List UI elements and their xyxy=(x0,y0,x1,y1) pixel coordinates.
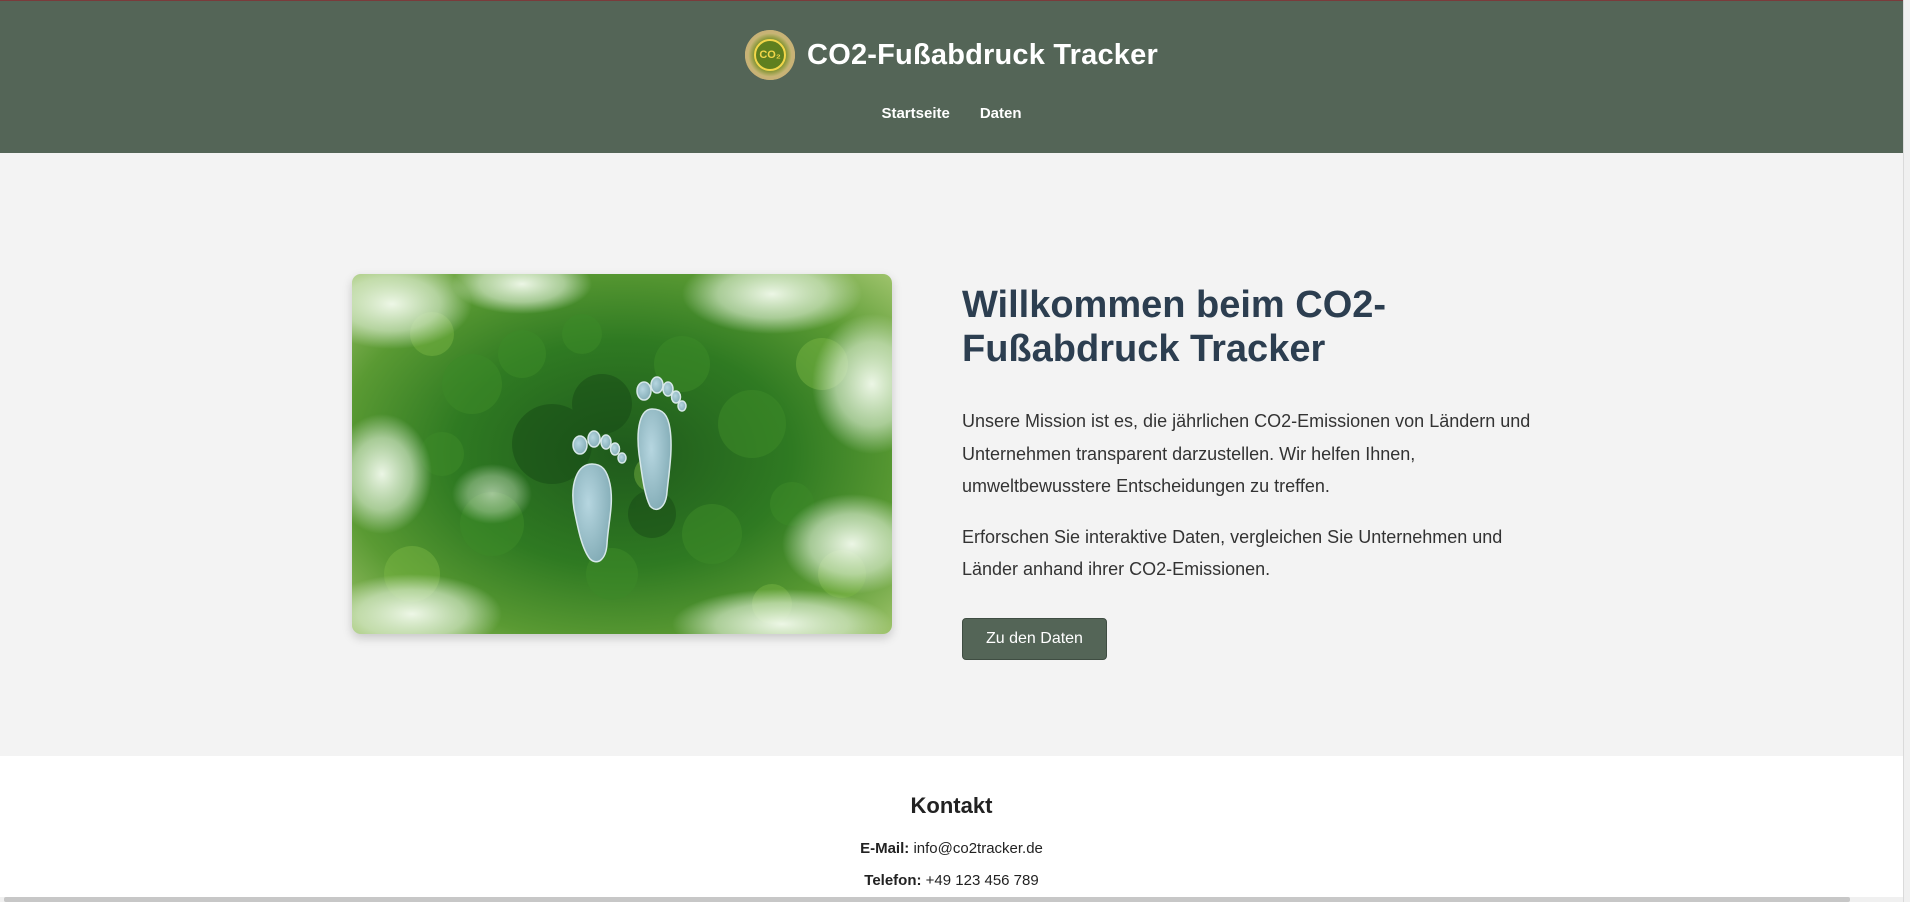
horizontal-scrollbar-thumb[interactable] xyxy=(4,897,1850,902)
email-label: E-Mail: xyxy=(860,840,910,857)
vertical-scrollbar[interactable] xyxy=(1903,0,1910,902)
main-nav: Startseite Daten xyxy=(0,105,1903,122)
footprints-forest-image xyxy=(352,274,892,634)
email-value[interactable]: info@co2tracker.de xyxy=(913,840,1042,857)
nav-link-startseite[interactable]: Startseite xyxy=(881,105,949,122)
hero-section: Willkommen beim CO2-Fußabdruck Tracker U… xyxy=(0,153,1903,756)
site-title: CO2-Fußabdruck Tracker xyxy=(807,38,1158,71)
logo-text: CO₂ xyxy=(754,39,787,71)
phone-value[interactable]: +49 123 456 789 xyxy=(926,872,1039,889)
hero-paragraph-mission: Unsere Mission ist es, die jährlichen CO… xyxy=(962,411,1531,496)
hero-paragraph-explore: Erforschen Sie interaktive Daten, vergle… xyxy=(962,526,1503,580)
site-header: CO₂ CO2-Fußabdruck Tracker Startseite Da… xyxy=(0,1,1903,153)
contact-phone-line: Telefon: +49 123 456 789 xyxy=(0,872,1903,889)
hero-text: Willkommen beim CO2-Fußabdruck Tracker U… xyxy=(962,283,1542,660)
to-data-button[interactable]: Zu den Daten xyxy=(962,617,1107,660)
contact-email-line: E-Mail: info@co2tracker.de xyxy=(0,840,1903,857)
hero-heading: Willkommen beim CO2-Fußabdruck Tracker xyxy=(962,284,1387,370)
page-viewport: CO₂ CO2-Fußabdruck Tracker Startseite Da… xyxy=(0,0,1903,897)
co2-logo-icon: CO₂ xyxy=(745,30,796,80)
horizontal-scrollbar[interactable] xyxy=(0,897,1903,902)
contact-footer: Kontakt E-Mail: info@co2tracker.de Telef… xyxy=(0,756,1903,897)
contact-title: Kontakt xyxy=(910,793,993,818)
brand[interactable]: CO₂ CO2-Fußabdruck Tracker xyxy=(0,29,1903,81)
phone-label: Telefon: xyxy=(864,872,922,889)
nav-link-daten[interactable]: Daten xyxy=(980,105,1022,122)
